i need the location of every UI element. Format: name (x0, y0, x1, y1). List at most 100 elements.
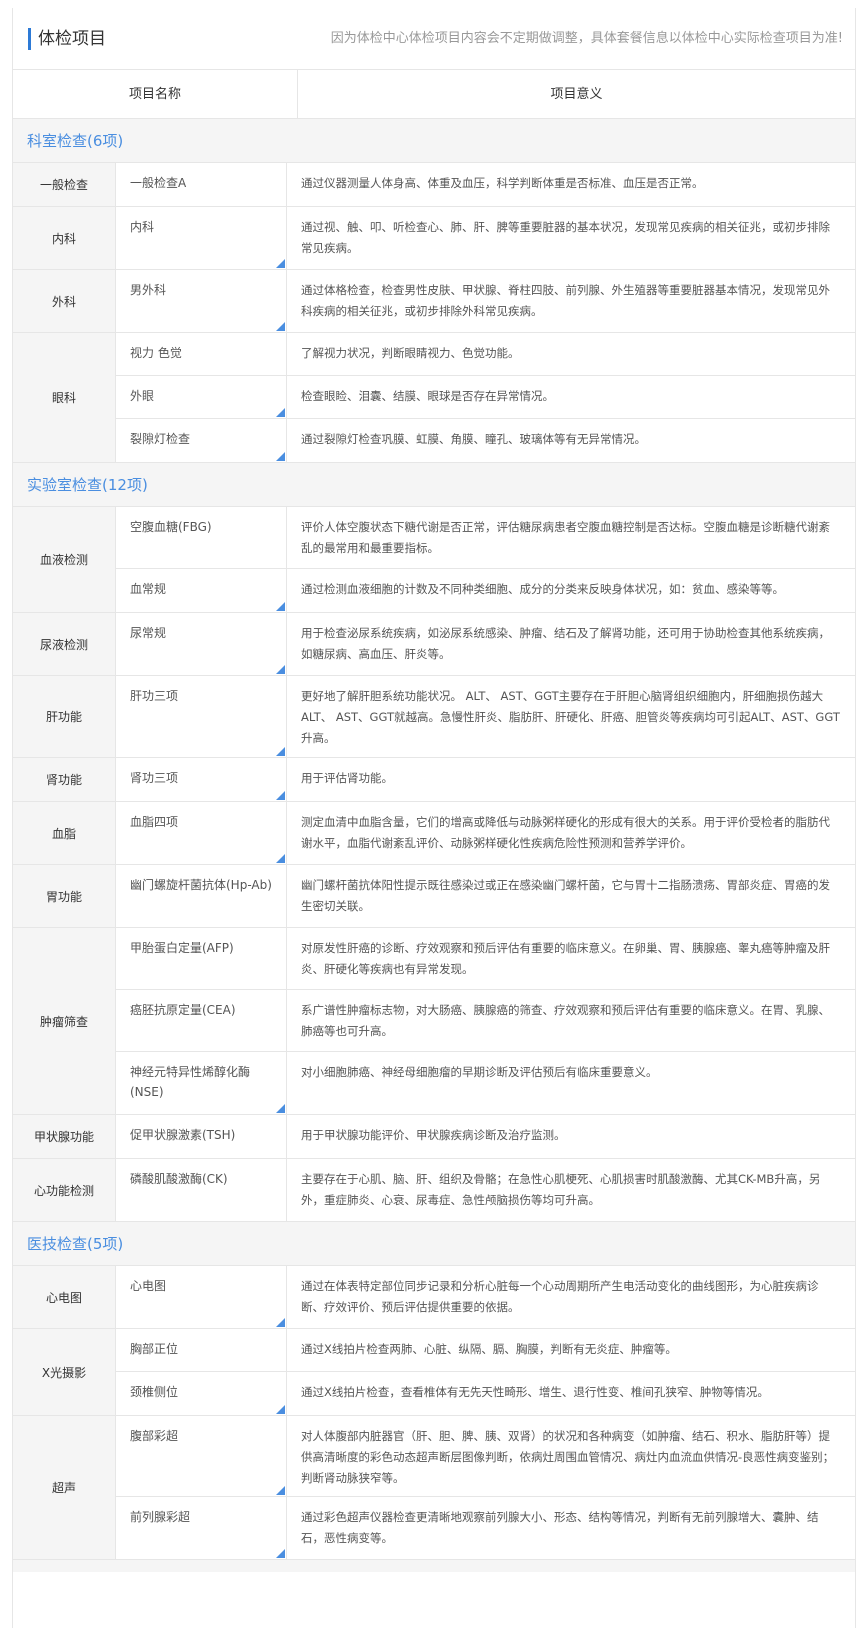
item-meaning: 对人体腹部内脏器官（肝、胆、脾、胰、双肾）的状况和各种病变（如肿瘤、结石、积水、… (301, 1429, 835, 1485)
expand-corner-icon[interactable] (276, 1486, 285, 1495)
group-items: 肝功三项 更好地了解肝胆系统功能状况。 ALT、 AST、GGT主要存在于肝胆心脑… (116, 676, 855, 757)
item-group: X光摄影 胸部正位 通过X线拍片检查两肺、心脏、纵隔、膈、胸膜，判断有无炎症、肿瘤等… (13, 1329, 855, 1416)
item-group: 血脂 血脂四项 测定血清中血脂含量，它们的增高或降低与动脉粥样硬化的形成有很大的关系… (13, 802, 855, 865)
expand-corner-icon[interactable] (276, 1318, 285, 1327)
item-name-text: 颈椎侧位 (130, 1385, 179, 1399)
item-meaning: 用于评估肾功能。 (301, 771, 393, 785)
expand-corner-icon[interactable] (276, 1104, 285, 1113)
item-name-text: 裂隙灯检查 (130, 432, 191, 446)
group-name: 血脂 (13, 802, 116, 864)
item-group: 肝功能 肝功三项 更好地了解肝胆系统功能状况。 ALT、 AST、GGT主要存在于肝… (13, 676, 855, 758)
table-row: 血脂四项 测定血清中血脂含量，它们的增高或降低与动脉粥样硬化的形成有很大的关系。用… (116, 802, 855, 864)
item-name[interactable]: 腹部彩超 (116, 1416, 287, 1496)
table-row: 尿常规 用于检查泌尿系统疾病，如泌尿系统感染、肿瘤、结石及了解肾功能，还可用于协助… (116, 613, 855, 675)
expand-corner-icon[interactable] (276, 452, 285, 461)
table-row: 促甲状腺激素(TSH) 用于甲状腺功能评价、甲状腺疾病诊断及治疗监测。 (116, 1115, 855, 1158)
item-name[interactable]: 肾功三项 (116, 758, 287, 801)
item-meaning: 幽门螺杆菌抗体阳性提示既往感染过或正在感染幽门螺杆菌，它与胃十二指肠溃疡、胃部炎… (301, 878, 830, 913)
item-name[interactable]: 血常规 (116, 569, 287, 612)
item-name[interactable]: 内科 (116, 207, 287, 269)
group-name: 甲状腺功能 (13, 1115, 116, 1158)
item-name-text: 肝功三项 (130, 689, 179, 703)
item-name: 视力 色觉 (116, 333, 287, 375)
item-name-text: 前列腺彩超 (130, 1510, 191, 1524)
item-group: 内科 内科 通过视、触、叩、听检查心、肺、肝、脾等重要脏器的基本状况，发现常见疾病的… (13, 207, 855, 270)
item-meaning: 通过视、触、叩、听检查心、肺、肝、脾等重要脏器的基本状况，发现常见疾病的相关征兆… (301, 220, 830, 255)
item-meaning: 用于检查泌尿系统疾病，如泌尿系统感染、肿瘤、结石及了解肾功能，还可用于协助检查其… (301, 626, 830, 661)
group-name: 心电图 (13, 1266, 116, 1328)
group-name: 肾功能 (13, 758, 116, 801)
item-meaning: 通过X线拍片检查，查看椎体有无先天性畸形、增生、退行性变、椎间孔狭窄、肿物等情况… (301, 1385, 769, 1399)
expand-corner-icon[interactable] (276, 791, 285, 800)
item-group: 心功能检测 磷酸肌酸激酶(CK) 主要存在于心肌、脑、肝、组织及骨骼；在急性心肌梗死… (13, 1159, 855, 1222)
item-group: 外科 男外科 通过体格检查，检查男性皮肤、甲状腺、脊柱四肢、前列腺、外生殖器等重要脏… (13, 270, 855, 333)
table-row: 颈椎侧位 通过X线拍片检查，查看椎体有无先天性畸形、增生、退行性变、椎间孔狭窄、肿… (116, 1372, 855, 1415)
section-header: 实验室检查(12项) (13, 463, 855, 507)
item-name[interactable]: 血脂四项 (116, 802, 287, 864)
group-items: 磷酸肌酸激酶(CK) 主要存在于心肌、脑、肝、组织及骨骼；在急性心肌梗死、心肌损害… (116, 1159, 855, 1221)
item-group: 肿瘤筛查 甲胎蛋白定量(AFP) 对原发性肝癌的诊断、疗效观察和预后评估有重要的临床… (13, 928, 855, 1115)
expand-corner-icon[interactable] (276, 408, 285, 417)
item-name[interactable]: 前列腺彩超 (116, 1497, 287, 1559)
item-meaning: 用于甲状腺功能评价、甲状腺疾病诊断及治疗监测。 (301, 1128, 566, 1142)
group-name: 心功能检测 (13, 1159, 116, 1221)
expand-corner-icon[interactable] (276, 1549, 285, 1558)
expand-corner-icon[interactable] (276, 259, 285, 268)
item-group: 心电图 心电图 通过在体表特定部位同步记录和分析心脏每一个心动周期所产生电活动变化的… (13, 1266, 855, 1329)
item-meaning: 通过在体表特定部位同步记录和分析心脏每一个心动周期所产生电活动变化的曲线图形，为… (301, 1279, 819, 1314)
table-row: 男外科 通过体格检查，检查男性皮肤、甲状腺、脊柱四肢、前列腺、外生殖器等重要脏器基… (116, 270, 855, 332)
item-group: 尿液检测 尿常规 用于检查泌尿系统疾病，如泌尿系统感染、肿瘤、结石及了解肾功能，还可… (13, 613, 855, 676)
item-name-text: 心电图 (130, 1279, 167, 1293)
table-row: 空腹血糖(FBG) 评价人体空腹状态下糖代谢是否正常，评估糖尿病患者空腹血糖控制是… (116, 507, 855, 569)
table-row: 血常规 通过检测血液细胞的计数及不同种类细胞、成分的分类来反映身体状况，如：贫血、… (116, 569, 855, 612)
item-name-text: 幽门螺旋杆菌抗体(Hp-Ab) (130, 878, 272, 892)
item-meaning: 通过检测血液细胞的计数及不同种类细胞、成分的分类来反映身体状况，如：贫血、感染等… (301, 582, 784, 596)
item-name-text: 癌胚抗原定量(CEA) (130, 1003, 236, 1017)
group-name: 尿液检测 (13, 613, 116, 675)
expand-corner-icon[interactable] (276, 747, 285, 756)
item-name[interactable]: 神经元特异性烯醇化酶(NSE) (116, 1052, 287, 1114)
group-name: 内科 (13, 207, 116, 269)
section-header: 科室检查(6项) (13, 119, 855, 163)
item-meaning: 对小细胞肺癌、神经母细胞瘤的早期诊断及评估预后有临床重要意义。 (301, 1065, 658, 1079)
item-name[interactable]: 心电图 (116, 1266, 287, 1328)
table-row: 甲胎蛋白定量(AFP) 对原发性肝癌的诊断、疗效观察和预后评估有重要的临床意义。在… (116, 928, 855, 990)
group-items: 男外科 通过体格检查，检查男性皮肤、甲状腺、脊柱四肢、前列腺、外生殖器等重要脏器基… (116, 270, 855, 332)
notice-text: 因为体检中心体检项目内容会不定期做调整，具体套餐信息以体检中心实际检查项目为准! (330, 31, 843, 46)
item-name[interactable]: 颈椎侧位 (116, 1372, 287, 1415)
group-items: 幽门螺旋杆菌抗体(Hp-Ab) 幽门螺杆菌抗体阳性提示既往感染过或正在感染幽门螺杆… (116, 865, 855, 927)
expand-corner-icon[interactable] (276, 602, 285, 611)
title-accent-bar (28, 28, 31, 50)
item-name[interactable]: 男外科 (116, 270, 287, 332)
item-name-text: 神经元特异性烯醇化酶(NSE) (130, 1065, 251, 1099)
item-name[interactable]: 裂隙灯检查 (116, 419, 287, 462)
item-name-text: 外眼 (130, 389, 155, 403)
item-group: 一般检查 一般检查A 通过仪器测量人体身高、体重及血压，科学判断体重是否标准、血压是… (13, 163, 855, 207)
expand-corner-icon[interactable] (276, 322, 285, 331)
item-name-text: 磷酸肌酸激酶(CK) (130, 1172, 228, 1186)
item-name-text: 腹部彩超 (130, 1429, 179, 1443)
table-row: 心电图 通过在体表特定部位同步记录和分析心脏每一个心动周期所产生电活动变化的曲线图… (116, 1266, 855, 1328)
item-group: 肾功能 肾功三项 用于评估肾功能。 (13, 758, 855, 802)
table-header: 项目名称 项目意义 (13, 70, 855, 119)
item-name-text: 血脂四项 (130, 815, 179, 829)
item-name-text: 一般检查A (130, 176, 187, 190)
item-name[interactable]: 外眼 (116, 376, 287, 418)
group-items: 血脂四项 测定血清中血脂含量，它们的增高或降低与动脉粥样硬化的形成有很大的关系。用… (116, 802, 855, 864)
group-name: 胃功能 (13, 865, 116, 927)
item-name: 空腹血糖(FBG) (116, 507, 287, 568)
item-name[interactable]: 肝功三项 (116, 676, 287, 757)
expand-corner-icon[interactable] (276, 1405, 285, 1414)
expand-corner-icon[interactable] (276, 665, 285, 674)
column-header-meaning: 项目意义 (550, 87, 603, 102)
table-row: 癌胚抗原定量(CEA) 系广谱性肿瘤标志物，对大肠癌、胰腺癌的筛查、疗效观察和预后… (116, 990, 855, 1052)
table-row: 内科 通过视、触、叩、听检查心、肺、肝、脾等重要脏器的基本状况，发现常见疾病的相关… (116, 207, 855, 269)
table-row: 外眼 检查眼睑、泪囊、结膜、眼球是否存在异常情况。 (116, 376, 855, 419)
expand-corner-icon[interactable] (276, 854, 285, 863)
item-name[interactable]: 尿常规 (116, 613, 287, 675)
group-name: 眼科 (13, 333, 116, 462)
item-meaning: 了解视力状况，判断眼睛视力、色觉功能。 (301, 346, 520, 360)
item-name-text: 男外科 (130, 283, 167, 297)
item-meaning: 评价人体空腹状态下糖代谢是否正常，评估糖尿病患者空腹血糖控制是否达标。空腹血糖是… (301, 520, 830, 555)
group-name: 超声 (13, 1416, 116, 1559)
